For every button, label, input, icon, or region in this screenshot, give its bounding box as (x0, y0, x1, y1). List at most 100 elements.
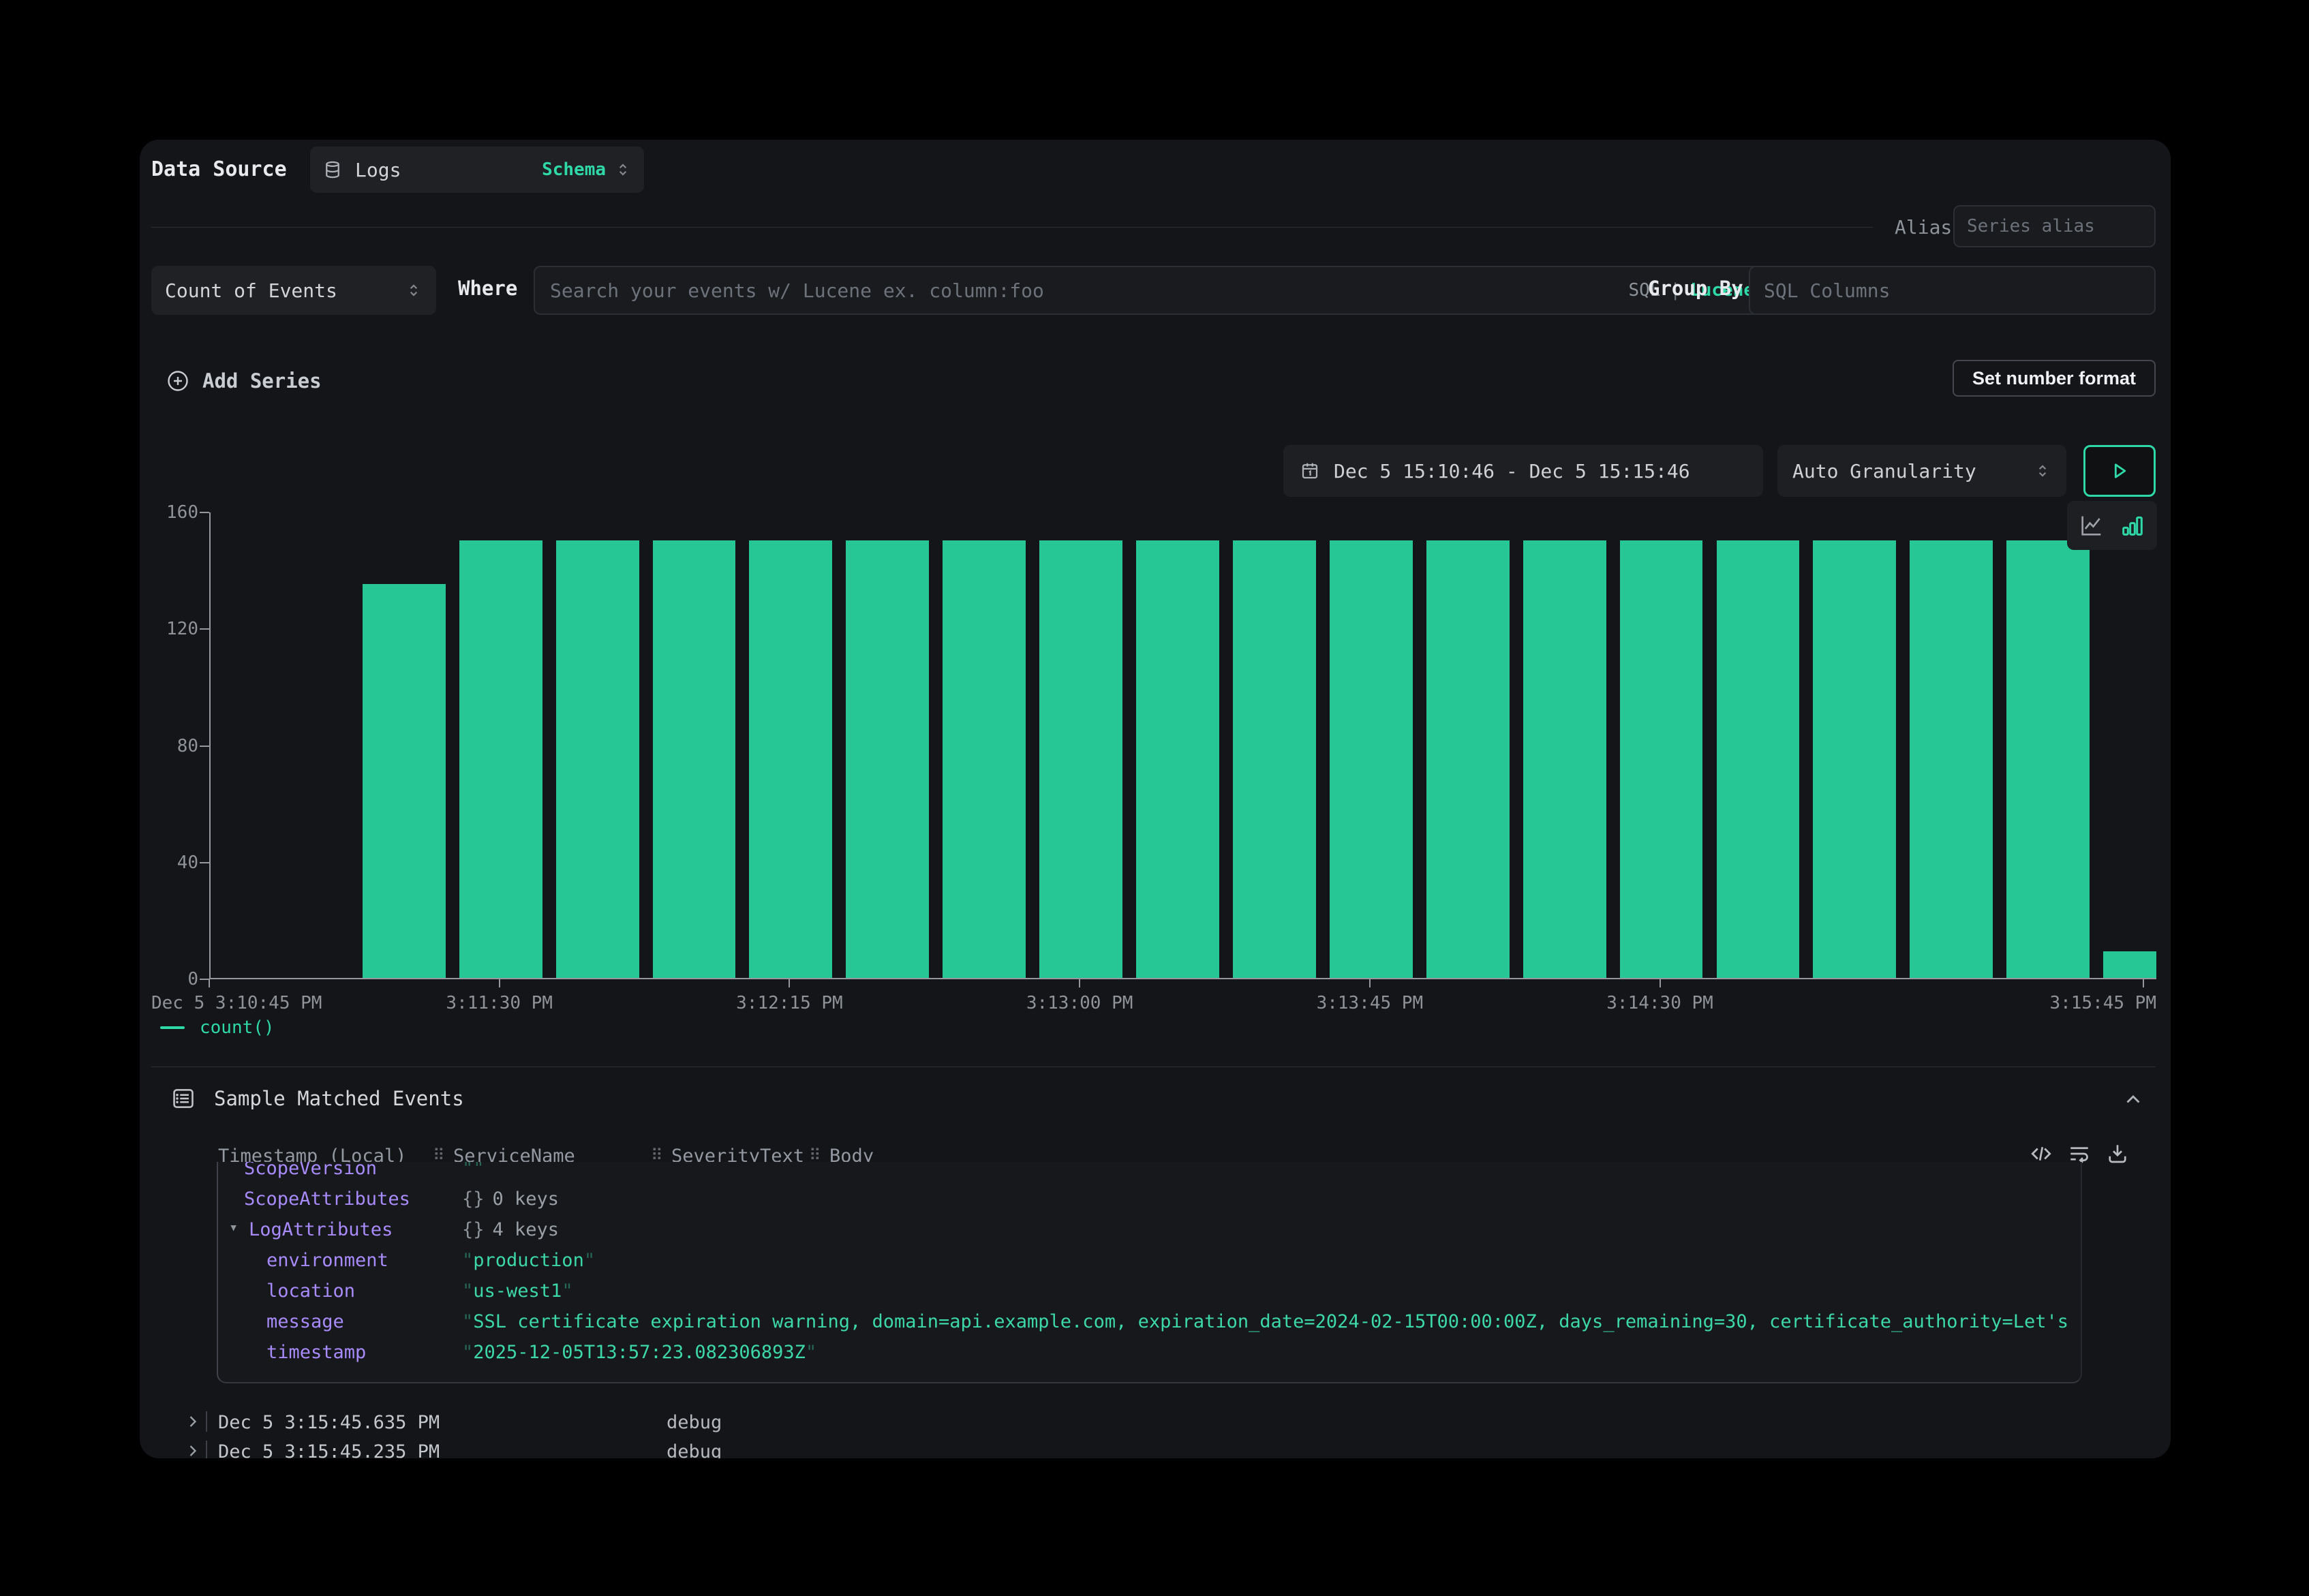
row-divider (206, 1411, 207, 1432)
x-axis-tick-label: 3:15:45 PM (2049, 993, 2156, 1013)
time-range-value: Dec 5 15:10:46 - Dec 5 15:15:46 (1334, 460, 1690, 482)
y-axis-tickmark (200, 628, 209, 630)
data-source-value: Logs (355, 159, 401, 181)
chart-bar[interactable] (1426, 540, 1510, 978)
y-axis-tick-label: 40 (140, 853, 198, 873)
event-row[interactable]: Dec 5 3:15:45.635 PMdebug (140, 1410, 2171, 1440)
chart-legend[interactable]: count() (160, 1017, 275, 1038)
json-key[interactable]: message (266, 1311, 344, 1332)
plus-circle-icon (166, 369, 190, 393)
granularity-select[interactable]: Auto Granularity (1777, 445, 2066, 497)
json-value: {}4 keys (462, 1219, 2074, 1240)
json-key[interactable]: environment (266, 1250, 388, 1271)
chart-bar[interactable] (846, 540, 929, 978)
x-axis-tick-label: 3:14:30 PM (1606, 993, 1713, 1013)
chart-bar[interactable] (556, 540, 639, 978)
chart-bar[interactable] (1910, 540, 1993, 978)
y-axis-tick-label: 120 (140, 619, 198, 639)
granularity-value: Auto Granularity (1792, 460, 1976, 482)
chevrons-updown-icon (405, 281, 423, 299)
json-value: "SSL certificate expiration warning, dom… (462, 1311, 2074, 1332)
chevron-right-icon[interactable] (183, 1412, 202, 1431)
events-header: Sample Matched Events (170, 1086, 464, 1111)
x-axis-tick-label: 3:13:00 PM (1026, 993, 1133, 1013)
x-axis-tick-label: 3:13:45 PM (1317, 993, 1424, 1013)
json-value: {}0 keys (462, 1188, 2074, 1210)
row-divider (206, 1441, 207, 1458)
json-field-row: environment "production" (218, 1246, 2081, 1276)
x-axis-tick-label: 3:11:30 PM (446, 993, 553, 1013)
alias-input[interactable] (1967, 216, 2142, 236)
events-divider (151, 1066, 2156, 1067)
json-key[interactable]: timestamp (266, 1342, 366, 1363)
chevrons-updown-icon (614, 161, 632, 179)
json-key[interactable]: ScopeVersion (244, 1162, 377, 1179)
chart-bar[interactable] (943, 540, 1026, 978)
chart-bar[interactable] (749, 540, 832, 978)
group-by-label: Group By (1648, 277, 1743, 300)
chart-bar[interactable] (1523, 540, 1606, 978)
alias-inputbox (1953, 205, 2156, 247)
chart-type-toggle (2067, 501, 2157, 550)
json-value: "" (462, 1162, 2074, 1179)
event-severity: debug (667, 1441, 722, 1458)
json-field-row: location "us-west1" (218, 1276, 2081, 1307)
chart-bar[interactable] (1330, 540, 1413, 978)
chart-bar[interactable] (2006, 540, 2090, 978)
chevrons-updown-icon (2034, 462, 2051, 480)
add-series-label: Add Series (202, 369, 322, 393)
chart-plot[interactable] (209, 512, 2156, 979)
database-icon (322, 159, 343, 180)
chart-bar[interactable] (1620, 540, 1703, 978)
query-builder-panel: Data Source Logs Schema Alias Count of E… (140, 140, 2171, 1458)
event-row[interactable]: Dec 5 3:15:45.235 PMdebug (140, 1439, 2171, 1458)
search-input[interactable] (550, 279, 1619, 302)
x-axis-tickmark (499, 979, 500, 987)
set-number-format-button[interactable]: Set number format (1953, 360, 2156, 397)
chart-bar[interactable] (1813, 540, 1896, 978)
download-icon[interactable] (2105, 1141, 2130, 1166)
x-axis-tickmark (1660, 979, 1661, 987)
play-icon (2108, 459, 2131, 482)
chart-bar[interactable] (1039, 540, 1122, 978)
run-query-button[interactable] (2083, 445, 2156, 497)
aggregation-select[interactable]: Count of Events (151, 266, 436, 315)
group-by-inputbox (1749, 266, 2156, 315)
legend-label: count() (200, 1017, 275, 1038)
alias-label: Alias (1895, 216, 1952, 239)
line-chart-icon[interactable] (2078, 512, 2105, 539)
json-field-row: ScopeAttributes {}0 keys (218, 1184, 2081, 1215)
chart-bar[interactable] (459, 540, 542, 978)
triangle-down-icon[interactable]: ▾ (229, 1219, 238, 1236)
add-series-button[interactable]: Add Series (166, 369, 322, 393)
json-key[interactable]: location (266, 1280, 355, 1302)
x-axis-tickmark (789, 979, 790, 987)
chart-bar[interactable] (653, 540, 736, 978)
group-by-input[interactable] (1764, 279, 2141, 302)
chart-bar[interactable] (1136, 540, 1219, 978)
y-axis-tick-label: 160 (140, 502, 198, 523)
json-key[interactable]: LogAttributes (249, 1219, 393, 1240)
json-field-row: message "SSL certificate expiration warni… (218, 1307, 2081, 1338)
y-axis-tickmark (200, 512, 209, 513)
where-label: Where (458, 277, 517, 300)
chart-bar[interactable] (363, 584, 446, 978)
x-axis-tick-label: 3:12:15 PM (736, 993, 843, 1013)
chart-bar[interactable] (1717, 540, 1800, 978)
chart-bar[interactable] (1233, 540, 1316, 978)
event-timestamp: Dec 5 3:15:45.635 PM (218, 1412, 440, 1433)
time-range-picker[interactable]: Dec 5 15:10:46 - Dec 5 15:15:46 (1283, 445, 1763, 497)
json-key[interactable]: ScopeAttributes (244, 1188, 410, 1210)
y-axis-tickmark (200, 979, 209, 980)
chart-bar[interactable] (2103, 951, 2156, 978)
x-axis-tickmark (209, 979, 210, 987)
y-axis-tick-label: 0 (140, 969, 198, 989)
data-source-select[interactable]: Logs Schema (310, 147, 644, 193)
json-value: "production" (462, 1250, 2074, 1271)
chevron-right-icon[interactable] (183, 1441, 202, 1458)
json-field-row: ScopeVersion "" (218, 1162, 2081, 1184)
json-value: "us-west1" (462, 1280, 2074, 1302)
collapse-chevron-icon[interactable] (2122, 1088, 2145, 1111)
schema-link[interactable]: Schema (542, 159, 606, 180)
bar-chart-icon[interactable] (2119, 512, 2146, 539)
